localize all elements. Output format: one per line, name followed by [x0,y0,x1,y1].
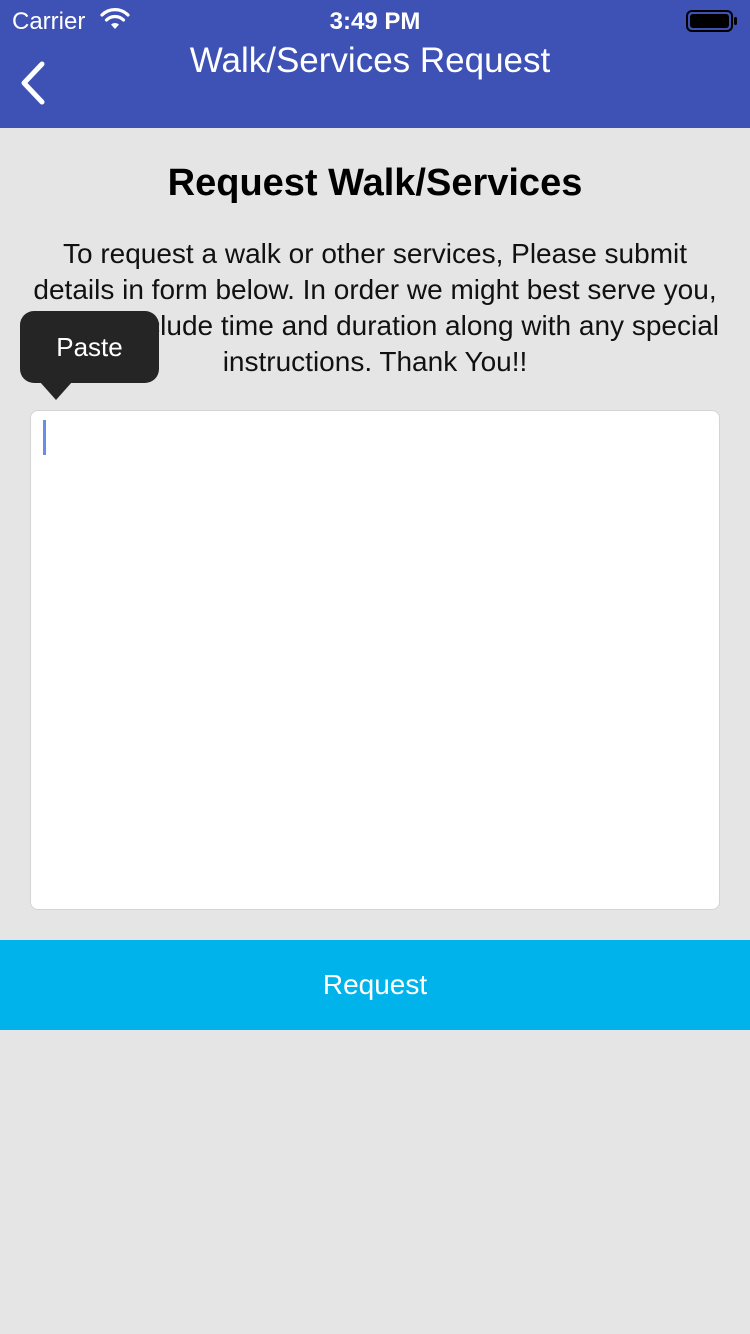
paste-menu-item[interactable]: Paste [20,311,159,383]
header-bar: Carrier 3:49 PM Walk/Services Request [0,0,750,128]
nav-title: Walk/Services Request [189,41,551,80]
screen: Carrier 3:49 PM Walk/Services Request Re… [0,0,750,1334]
request-button[interactable]: Request [0,940,750,1030]
chevron-left-icon [21,61,45,105]
request-details-textarea[interactable] [30,410,720,910]
battery-icon [686,10,737,32]
text-cursor [43,420,46,455]
page-title: Request Walk/Services [167,162,583,204]
status-time: 3:49 PM [329,8,421,35]
back-button[interactable] [14,58,54,108]
paste-tooltip-arrow [40,382,72,400]
